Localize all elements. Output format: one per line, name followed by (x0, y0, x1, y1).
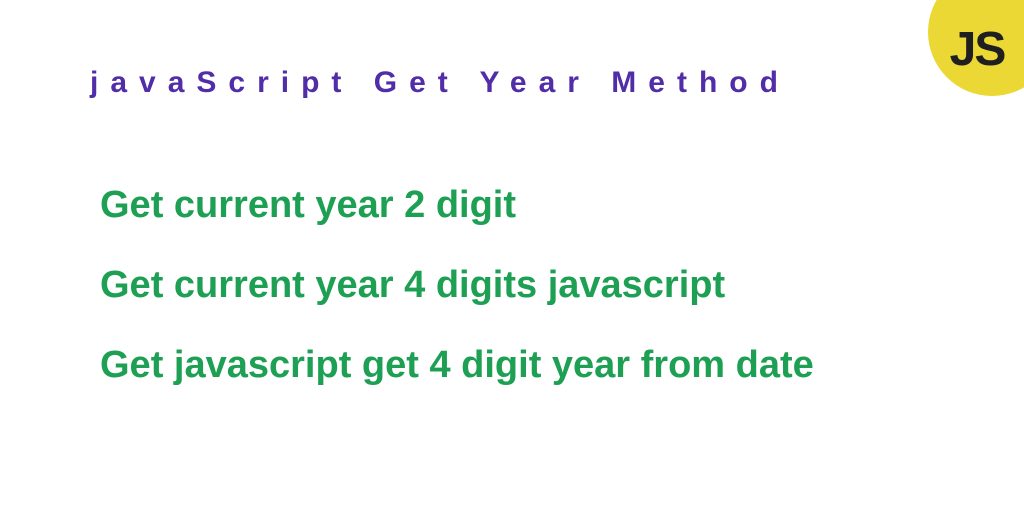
js-logo-badge: JS (928, 0, 1024, 96)
list-item: Get javascript get 4 digit year from dat… (100, 345, 814, 387)
list-item: Get current year 4 digits javascript (100, 265, 814, 307)
list-item: Get current year 2 digit (100, 185, 814, 227)
page-title: javaScript Get Year Method (90, 66, 790, 100)
js-logo-text: JS (950, 26, 1005, 74)
feature-list: Get current year 2 digit Get current yea… (100, 185, 814, 386)
